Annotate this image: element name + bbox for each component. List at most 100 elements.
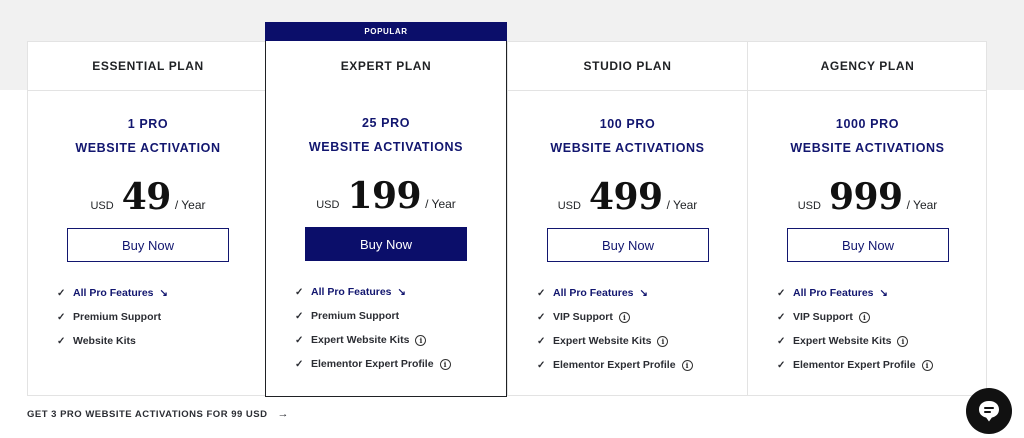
feature-item[interactable]: ✓ All Pro Features ↘	[57, 281, 168, 305]
feature-list: ✓ All Pro Features ↘ ✓ VIP Support i ✓ Expert…	[777, 281, 933, 377]
info-icon[interactable]: i	[858, 311, 870, 323]
plan-card-expert: POPULAR EXPERT PLAN 25 PRO WEBSITE ACTIV…	[265, 22, 507, 397]
price-block: USD 199 / Year	[266, 175, 506, 217]
plan-name: ESSENTIAL PLAN	[92, 59, 204, 73]
plan-card-expert-body: EXPERT PLAN 25 PRO WEBSITE ACTIVATIONS U…	[266, 41, 506, 395]
feature-item: ✓ Expert Website Kits i	[777, 329, 933, 353]
plan-header: ESSENTIAL PLAN	[28, 42, 268, 91]
activations-count: 25 PRO	[361, 116, 411, 130]
feature-item: ✓ Elementor Expert Profile i	[295, 352, 451, 376]
info-icon[interactable]: i	[657, 335, 669, 347]
feature-label: All Pro Features	[553, 287, 634, 299]
info-icon[interactable]: i	[681, 359, 693, 371]
price-currency: USD	[557, 200, 581, 212]
plan-name: EXPERT PLAN	[340, 58, 432, 73]
check-icon: ✓	[295, 358, 304, 370]
check-icon: ✓	[777, 335, 786, 347]
check-icon: ✓	[57, 335, 66, 347]
feature-item: ✓ VIP Support i	[777, 305, 933, 329]
price-amount: 199	[347, 175, 422, 217]
feature-item: ✓ Elementor Expert Profile i	[777, 353, 933, 377]
buy-now-button[interactable]: Buy Now	[547, 228, 709, 262]
price-amount: 499	[588, 176, 663, 218]
check-icon: ✓	[777, 311, 786, 323]
feature-label: Expert Website Kits	[793, 335, 892, 347]
arrow-right-icon: →	[277, 408, 289, 420]
arrow-down-right-icon: ↘	[639, 287, 648, 299]
arrow-down-right-icon: ↘	[879, 287, 888, 299]
feature-list: ✓ All Pro Features ↘ ✓ VIP Support i ✓ Expert…	[537, 281, 693, 377]
buy-now-button[interactable]: Buy Now	[67, 228, 229, 262]
price-block: USD 499 / Year	[508, 176, 747, 218]
feature-label: All Pro Features	[793, 287, 874, 299]
price-period: / Year	[906, 198, 938, 212]
price-currency: USD	[316, 199, 340, 211]
check-icon: ✓	[295, 334, 304, 346]
feature-item[interactable]: ✓ All Pro Features ↘	[777, 281, 933, 305]
price-currency: USD	[797, 200, 821, 212]
plan-header: EXPERT PLAN	[266, 41, 506, 90]
activations-count: 1 PRO	[127, 117, 169, 131]
activations-count: 1000 PRO	[835, 117, 900, 131]
check-icon: ✓	[537, 359, 546, 371]
feature-item[interactable]: ✓ All Pro Features ↘	[295, 280, 451, 304]
check-icon: ✓	[57, 311, 66, 323]
price-amount: 49	[121, 176, 172, 218]
feature-item: ✓ VIP Support i	[537, 305, 693, 329]
feature-label: Premium Support	[73, 311, 162, 323]
info-icon[interactable]: i	[921, 359, 933, 371]
check-icon: ✓	[537, 311, 546, 323]
feature-item[interactable]: ✓ All Pro Features ↘	[537, 281, 693, 305]
feature-item: ✓ Expert Website Kits i	[537, 329, 693, 353]
feature-label: All Pro Features	[73, 287, 154, 299]
info-icon[interactable]: i	[897, 335, 909, 347]
feature-label: Elementor Expert Profile	[311, 358, 434, 370]
activations-label: WEBSITE ACTIVATIONS	[550, 141, 705, 155]
feature-list: ✓ All Pro Features ↘ ✓ Premium Support ✓ Exp…	[295, 280, 451, 376]
arrow-down-right-icon: ↘	[397, 286, 406, 298]
chat-bubble-icon	[979, 401, 999, 422]
extra-activations-link[interactable]: GET 3 PRO WEBSITE ACTIVATIONS FOR 99 USD…	[27, 408, 289, 420]
price-amount: 999	[828, 176, 903, 218]
activations-label: WEBSITE ACTIVATION	[75, 141, 221, 155]
pricing-table: ESSENTIAL PLAN 1 PRO WEBSITE ACTIVATION …	[27, 41, 987, 396]
feature-list: ✓ All Pro Features ↘ ✓ Premium Support ✓ Web…	[57, 281, 168, 353]
feature-label: Website Kits	[73, 335, 136, 347]
feature-label: All Pro Features	[311, 286, 392, 298]
info-icon[interactable]: i	[439, 358, 451, 370]
check-icon: ✓	[537, 335, 546, 347]
buy-now-button[interactable]: Buy Now	[305, 227, 467, 261]
check-icon: ✓	[777, 359, 786, 371]
info-icon[interactable]: i	[415, 334, 427, 346]
feature-item: ✓ Website Kits	[57, 329, 168, 353]
activations-label: WEBSITE ACTIVATIONS	[790, 141, 945, 155]
price-period: / Year	[425, 197, 456, 211]
buy-now-button[interactable]: Buy Now	[787, 228, 949, 262]
price-block: USD 49 / Year	[28, 176, 268, 218]
feature-label: VIP Support	[553, 311, 613, 323]
feature-label: Elementor Expert Profile	[553, 359, 676, 371]
plan-card-agency: AGENCY PLAN 1000 PRO WEBSITE ACTIVATIONS…	[747, 42, 987, 396]
feature-label: Premium Support	[311, 310, 400, 322]
feature-item: ✓ Expert Website Kits i	[295, 328, 451, 352]
extra-activations-label: GET 3 PRO WEBSITE ACTIVATIONS FOR 99 USD	[27, 408, 268, 420]
feature-label: Expert Website Kits	[553, 335, 652, 347]
plan-header: AGENCY PLAN	[748, 42, 987, 91]
plan-card-studio: STUDIO PLAN 100 PRO WEBSITE ACTIVATIONS …	[507, 42, 747, 396]
info-icon[interactable]: i	[618, 311, 630, 323]
plan-name: STUDIO PLAN	[583, 59, 672, 73]
feature-item: ✓ Premium Support	[295, 304, 451, 328]
check-icon: ✓	[777, 287, 786, 299]
chat-button[interactable]	[966, 388, 1012, 434]
check-icon: ✓	[537, 287, 546, 299]
plan-name: AGENCY PLAN	[820, 59, 915, 73]
popular-badge: POPULAR	[265, 22, 507, 41]
price-period: / Year	[174, 198, 206, 212]
price-block: USD 999 / Year	[748, 176, 987, 218]
feature-item: ✓ Premium Support	[57, 305, 168, 329]
activations-label: WEBSITE ACTIVATIONS	[308, 140, 464, 154]
feature-label: Expert Website Kits	[311, 334, 410, 346]
check-icon: ✓	[295, 310, 304, 322]
check-icon: ✓	[295, 286, 304, 298]
price-period: / Year	[666, 198, 698, 212]
